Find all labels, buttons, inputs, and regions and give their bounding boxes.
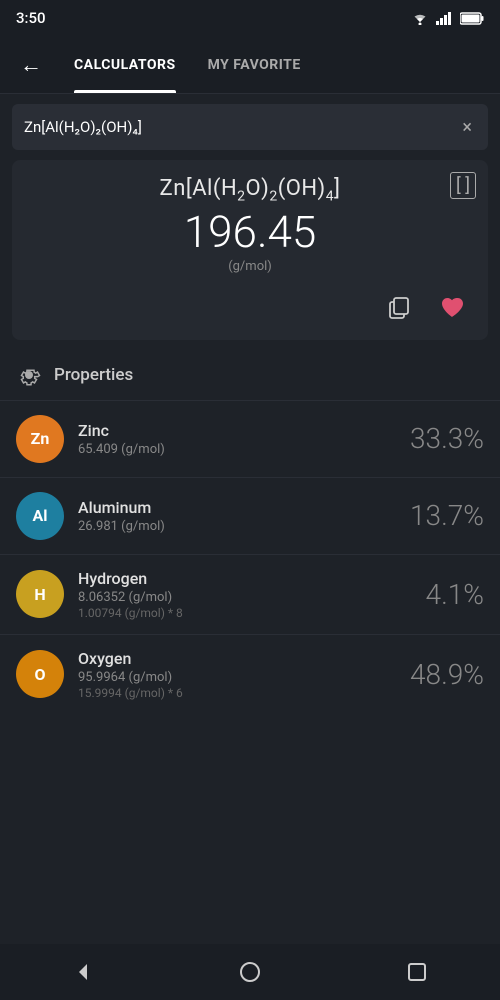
signal-icon [436,11,454,25]
back-nav-button[interactable] [63,952,103,992]
wifi-icon [410,11,430,25]
heart-icon [439,295,465,321]
copy-button[interactable] [380,288,420,328]
element-name: Hydrogen [78,569,412,588]
favorite-button[interactable] [432,288,472,328]
element-row[interactable]: Zn Zinc 65.409 (g/mol) 33.3% [0,400,500,477]
home-nav-icon [238,960,262,984]
copy-icon [387,295,413,321]
element-mass: 95.9964 (g/mol) [78,670,396,685]
element-percent: 48.9% [410,658,484,691]
top-nav: ← CALCULATORS MY FAVORITE [0,36,500,94]
element-name: Aluminum [78,498,396,517]
element-circle-o: O [16,650,64,698]
formula-card: [ ] Zn[Al(H2O)2(OH)4] 196.45 (g/mol) [12,160,488,340]
recent-nav-icon [405,960,429,984]
element-row[interactable]: H Hydrogen 8.06352 (g/mol) 1.00794 (g/mo… [0,554,500,634]
element-info: Oxygen 95.9964 (g/mol) 15.9994 (g/mol) *… [78,649,396,700]
element-symbol: Al [33,506,48,525]
element-percent: 13.7% [410,499,484,532]
element-info: Hydrogen 8.06352 (g/mol) 1.00794 (g/mol)… [78,569,412,620]
tab-my-favorite[interactable]: MY FAVORITE [192,36,317,93]
status-time: 3:50 [16,9,46,27]
search-bar[interactable]: Zn[Al(H₂O)₂(OH)₄] × [12,104,488,150]
molar-mass-value: 196.45 [28,208,472,256]
search-input[interactable]: Zn[Al(H₂O)₂(OH)₄] [24,118,458,136]
element-row[interactable]: Al Aluminum 26.981 (g/mol) 13.7% [0,477,500,554]
element-circle-zn: Zn [16,415,64,463]
element-symbol: O [34,665,45,684]
clear-button[interactable]: × [458,113,476,142]
element-percent: 33.3% [410,422,484,455]
element-symbol: H [34,585,45,604]
status-icons [410,11,484,25]
battery-icon [460,12,484,25]
element-name: Oxygen [78,649,396,668]
back-button[interactable]: ← [12,44,50,86]
element-symbol: Zn [31,429,50,448]
status-bar: 3:50 [0,0,500,36]
unit-label: (g/mol) [28,259,472,274]
bottom-nav [0,944,500,1000]
element-info: Aluminum 26.981 (g/mol) [78,498,396,534]
elements-container: Zn Zinc 65.409 (g/mol) 33.3% Al Aluminum… [0,400,500,714]
element-circle-al: Al [16,492,64,540]
element-mass: 65.409 (g/mol) [78,442,396,457]
element-detail: 15.9994 (g/mol) * 6 [78,686,396,700]
recent-nav-button[interactable] [397,952,437,992]
properties-header: Properties [0,350,500,400]
bracket-button[interactable]: [ ] [450,172,476,199]
element-row[interactable]: O Oxygen 95.9964 (g/mol) 15.9994 (g/mol)… [0,634,500,714]
element-mass: 8.06352 (g/mol) [78,590,412,605]
card-actions [28,288,472,328]
back-nav-icon [71,960,95,984]
properties-gear-icon [16,362,42,388]
properties-title: Properties [54,365,133,385]
element-percent: 4.1% [426,578,484,611]
element-mass: 26.981 (g/mol) [78,519,396,534]
element-name: Zinc [78,421,396,440]
tab-calculators[interactable]: CALCULATORS [58,36,192,93]
element-circle-h: H [16,570,64,618]
formula-display: Zn[Al(H2O)2(OH)4] [28,176,472,204]
home-nav-button[interactable] [230,952,270,992]
element-detail: 1.00794 (g/mol) * 8 [78,606,412,620]
element-info: Zinc 65.409 (g/mol) [78,421,396,457]
nav-tabs: CALCULATORS MY FAVORITE [58,36,488,93]
